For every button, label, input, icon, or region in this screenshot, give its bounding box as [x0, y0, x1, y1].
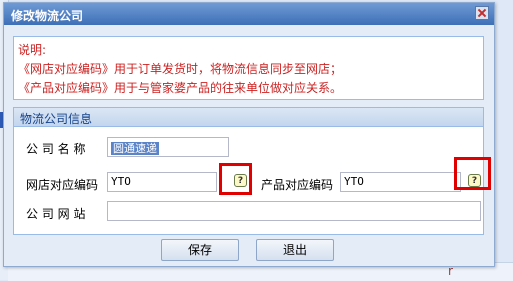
highlight-box-product-code [454, 157, 491, 190]
company-name-field[interactable]: 圆通速递 [107, 137, 229, 157]
highlight-box-shop-code [219, 163, 252, 195]
shop-code-label: 网店对应编码 [26, 178, 99, 192]
dialog-titlebar[interactable]: 修改物流公司 [4, 3, 494, 25]
notice-line-product-code: 《产品对应编码》用于与管家婆产品的往来单位做对应关系。 [18, 81, 343, 95]
panel-header: 物流公司信息 [14, 108, 483, 127]
exit-button[interactable]: 退出 [256, 239, 334, 261]
notice-heading: 说明: [18, 43, 47, 57]
product-code-label: 产品对应编码 [261, 178, 334, 192]
shop-code-field[interactable]: YTO [107, 172, 217, 192]
product-code-field[interactable]: YTO [340, 172, 461, 192]
website-field[interactable] [107, 201, 481, 221]
company-name-label: 公 司 名 称 [26, 142, 86, 156]
product-code-value: YTO [344, 175, 364, 188]
website-label: 公 司 网 站 [26, 207, 86, 221]
panel-title: 物流公司信息 [20, 112, 93, 126]
close-icon[interactable] [475, 6, 489, 20]
dialog-title: 修改物流公司 [11, 9, 84, 23]
company-name-value: 圆通速递 [111, 142, 159, 155]
notice-box: 说明: 《网店对应编码》用于订单发货时，将物流信息同步至网店； 《产品对应编码》… [13, 36, 484, 100]
shop-code-value: YTO [111, 175, 131, 188]
edit-logistics-dialog: 修改物流公司 说明: 《网店对应编码》用于订单发货时，将物流信息同步至网店； 《… [3, 2, 495, 267]
company-info-panel: 物流公司信息 公 司 名 称 圆通速递 网店对应编码 YTO ? 产品对应编码 … [13, 107, 491, 235]
save-button[interactable]: 保存 [161, 239, 239, 261]
notice-line-shop-code: 《网店对应编码》用于订单发货时，将物流信息同步至网店； [18, 62, 343, 76]
